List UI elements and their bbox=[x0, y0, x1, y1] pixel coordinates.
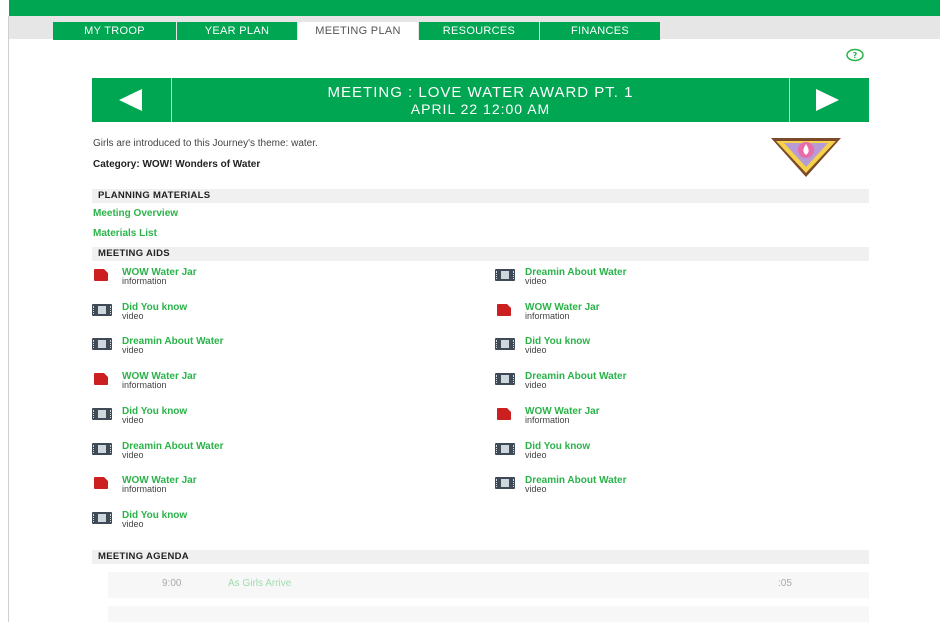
meeting-aid-item[interactable]: WOW Water Jar information bbox=[495, 406, 795, 429]
meeting-aid-item[interactable]: Dreamin About Water video bbox=[92, 441, 392, 464]
document-icon bbox=[94, 269, 108, 281]
arrow-left-icon bbox=[119, 89, 142, 111]
document-icon bbox=[94, 477, 108, 489]
meeting-aid-type: information bbox=[122, 484, 167, 494]
meeting-aid-type: video bbox=[122, 311, 144, 321]
video-icon bbox=[92, 304, 112, 316]
agenda-time: 9:00 bbox=[162, 578, 182, 589]
tab-finances[interactable]: FINANCES bbox=[540, 22, 661, 40]
meeting-aid-type: video bbox=[525, 450, 547, 460]
meeting-aid-type: video bbox=[122, 519, 144, 529]
meeting-aid-item[interactable]: Dreamin About Water video bbox=[495, 371, 795, 394]
meeting-aid-item[interactable]: WOW Water Jar information bbox=[495, 302, 795, 325]
video-icon bbox=[495, 477, 515, 489]
meeting-aid-item[interactable]: WOW Water Jar information bbox=[92, 267, 392, 290]
meeting-aid-type: video bbox=[525, 484, 547, 494]
meeting-aid-item[interactable]: Did You know video bbox=[495, 336, 795, 359]
meeting-aid-type: video bbox=[525, 345, 547, 355]
tab-my-troop[interactable]: MY TROOP bbox=[53, 22, 177, 40]
meeting-aid-type: video bbox=[525, 276, 547, 286]
tab-resources[interactable]: RESOURCES bbox=[419, 22, 540, 40]
video-icon bbox=[92, 512, 112, 524]
meeting-aid-item[interactable]: Did You know video bbox=[495, 441, 795, 464]
svg-text:?: ? bbox=[853, 51, 858, 60]
document-icon bbox=[94, 373, 108, 385]
meeting-aid-type: video bbox=[122, 345, 144, 355]
video-icon bbox=[495, 373, 515, 385]
meeting-aids-heading: MEETING AIDS bbox=[92, 247, 869, 261]
agenda-row[interactable] bbox=[108, 606, 869, 622]
meeting-header: MEETING : LOVE WATER AWARD PT. 1 APRIL 2… bbox=[92, 78, 869, 122]
next-meeting-button[interactable] bbox=[789, 78, 869, 122]
meeting-title: MEETING : LOVE WATER AWARD PT. 1 bbox=[327, 84, 634, 101]
meeting-aid-item[interactable]: Dreamin About Water video bbox=[495, 267, 795, 290]
video-icon bbox=[495, 443, 515, 455]
agenda-duration: :05 bbox=[778, 578, 792, 589]
meeting-aid-item[interactable]: Did You know video bbox=[92, 302, 392, 325]
tab-meeting-plan[interactable]: MEETING PLAN bbox=[298, 22, 419, 40]
meeting-category: Category: WOW! Wonders of Water bbox=[93, 159, 261, 170]
planning-materials-heading: PLANNING MATERIALS bbox=[92, 189, 869, 203]
love-water-award-badge bbox=[771, 138, 841, 177]
meeting-aid-type: information bbox=[525, 415, 570, 425]
video-icon bbox=[92, 408, 112, 420]
top-bar bbox=[9, 0, 940, 16]
agenda-row[interactable]: 9:00 As Girls Arrive :05 bbox=[108, 572, 869, 598]
document-icon bbox=[497, 304, 511, 316]
meeting-aid-type: information bbox=[525, 311, 570, 321]
video-icon bbox=[495, 269, 515, 281]
meeting-aid-item[interactable]: Did You know video bbox=[92, 406, 392, 429]
main-nav: MY TROOP YEAR PLAN MEETING PLAN RESOURCE… bbox=[53, 22, 661, 40]
meeting-aid-item[interactable]: Did You know video bbox=[92, 510, 392, 533]
meeting-overview-link[interactable]: Meeting Overview bbox=[93, 208, 178, 219]
arrow-right-icon bbox=[816, 89, 839, 111]
meeting-aid-item[interactable]: WOW Water Jar information bbox=[92, 371, 392, 394]
meeting-aid-item[interactable]: Dreamin About Water video bbox=[92, 336, 392, 359]
meeting-aid-type: information bbox=[122, 276, 167, 286]
help-circle-icon[interactable]: ? bbox=[845, 48, 865, 62]
meeting-aid-type: video bbox=[122, 450, 144, 460]
document-icon bbox=[497, 408, 511, 420]
previous-meeting-button[interactable] bbox=[92, 78, 172, 122]
tab-year-plan[interactable]: YEAR PLAN bbox=[177, 22, 298, 40]
meeting-agenda-heading: MEETING AGENDA bbox=[92, 550, 869, 564]
meeting-aid-item[interactable]: Dreamin About Water video bbox=[495, 475, 795, 498]
video-icon bbox=[495, 338, 515, 350]
meeting-aid-type: video bbox=[122, 415, 144, 425]
meeting-aid-type: information bbox=[122, 380, 167, 390]
meeting-description: Girls are introduced to this Journey's t… bbox=[93, 138, 318, 149]
left-border bbox=[8, 16, 9, 622]
materials-list-link[interactable]: Materials List bbox=[93, 228, 157, 239]
video-icon bbox=[92, 443, 112, 455]
meeting-aid-type: video bbox=[525, 380, 547, 390]
video-icon bbox=[92, 338, 112, 350]
meeting-date: APRIL 22 12:00 AM bbox=[410, 101, 551, 117]
meeting-aid-item[interactable]: WOW Water Jar information bbox=[92, 475, 392, 498]
agenda-item-link[interactable]: As Girls Arrive bbox=[228, 578, 291, 589]
